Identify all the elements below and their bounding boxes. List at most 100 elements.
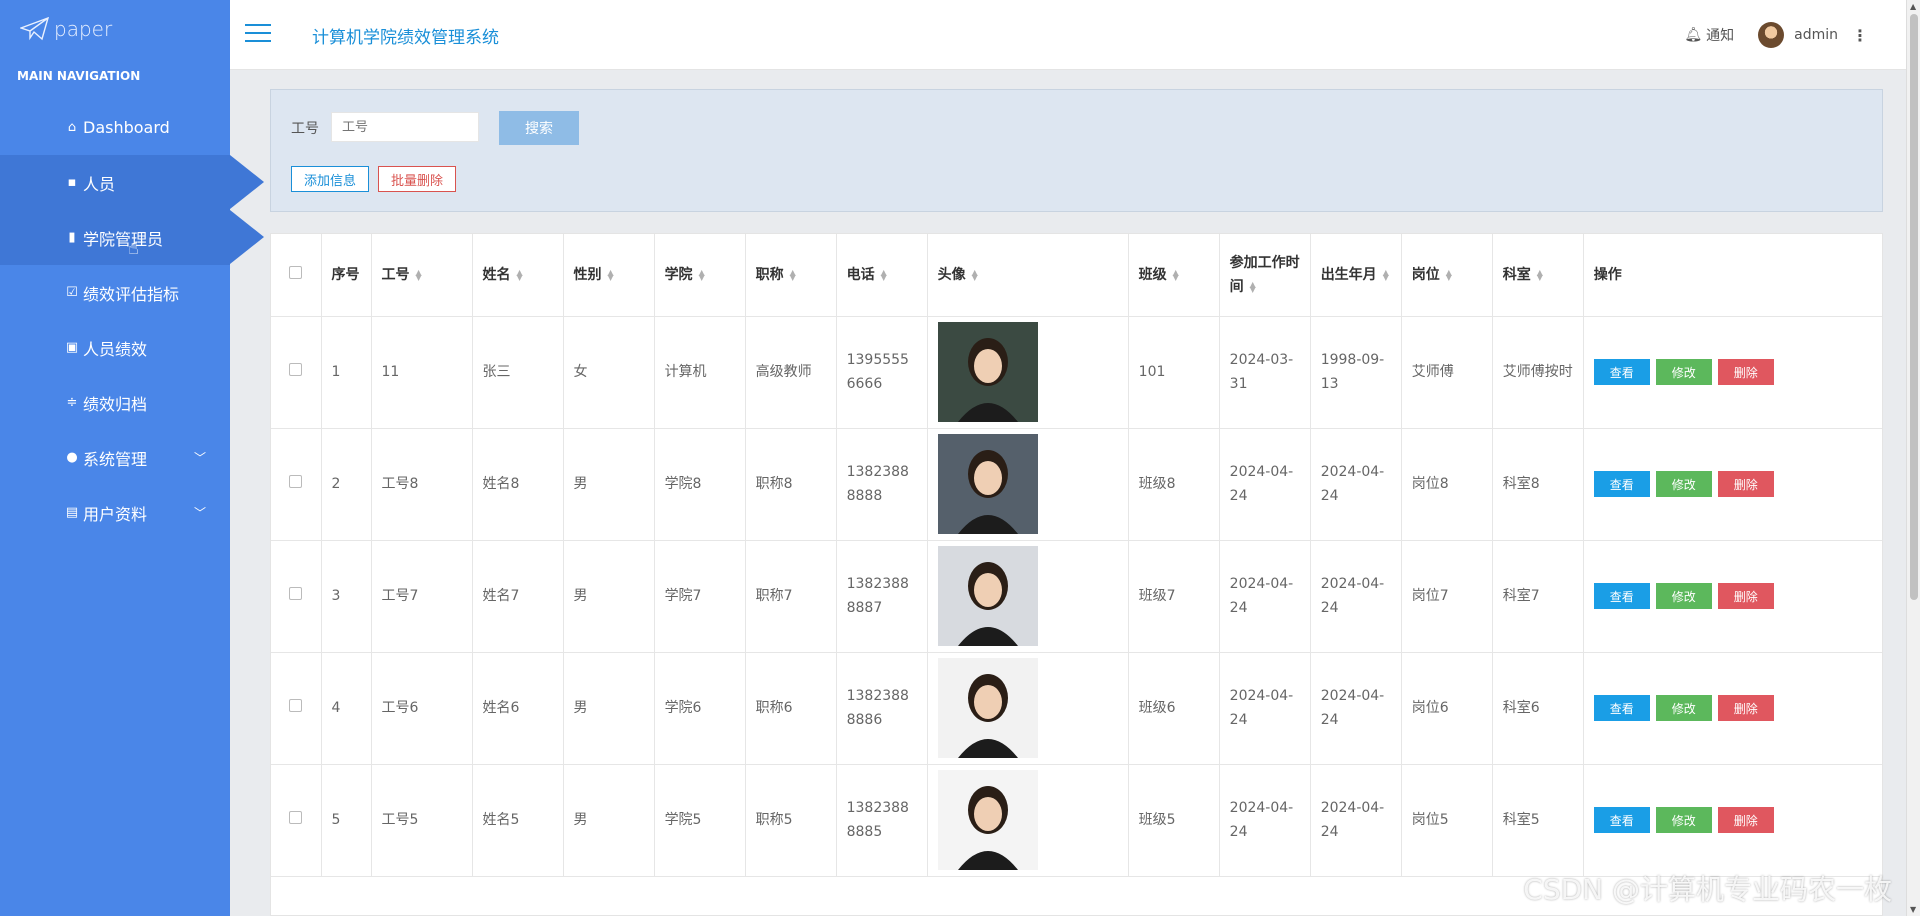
col-title[interactable]: 职称 ▲ ▼ [745,234,837,317]
sidebar-item-staff[interactable]: ▪ 人员 [0,155,264,210]
view-button[interactable]: 查看 [1593,695,1650,721]
table-row: 4 工号6 姓名6 男学院6 职称6 13823888886 班级6 2024-04-24 20… [271,652,1882,765]
logo[interactable]: paper [0,0,230,58]
notice-label: 通知 [1706,28,1735,44]
sidebar-item-performance[interactable]: ▣ 人员绩效 [0,320,230,375]
delete-button[interactable]: 删除 [1717,807,1774,833]
sort-icon[interactable]: ▲ ▼ [416,268,422,281]
cell-office: 科室6 [1492,652,1584,765]
row-checkbox[interactable] [271,540,322,653]
col-work-date[interactable]: 参加工作时间 ▲ ▼ [1219,234,1311,317]
cell-post: 岗位7 [1401,540,1493,653]
avatar-photo[interactable] [937,658,1038,758]
add-info-button[interactable]: 添加信息 [291,166,369,192]
top-header: 计算机学院绩效管理系统 🔔︎ 通知 admin ⋮ [230,0,1906,70]
col-no[interactable]: 工号 ▲ ▼ [371,234,473,317]
row-checkbox[interactable] [271,764,322,877]
notice-button[interactable]: 🔔︎ 通知 [1684,25,1734,45]
col-class[interactable]: 班级 ▲ ▼ [1128,234,1220,317]
sort-icon[interactable]: ▲ ▼ [881,268,887,281]
sidebar-item-dashboard[interactable]: ⌂ Dashboard [0,100,230,155]
delete-button[interactable]: 删除 [1717,583,1774,609]
cell-ops: 查看 修改 删除 [1583,652,1882,765]
edit-button[interactable]: 修改 [1655,583,1712,609]
sidebar-item-archive[interactable]: ≑ 绩效归档 [0,375,230,430]
view-button[interactable]: 查看 [1593,807,1650,833]
cell-work-date: 2024-04-24 [1219,540,1311,653]
select-all-checkbox[interactable] [271,234,322,317]
search-input[interactable] [331,112,479,142]
cell-phone: 13955556666 [836,316,928,429]
col-birth[interactable]: 出生年月 ▲ ▼ [1310,234,1402,317]
sort-icon[interactable]: ▲ ▼ [699,268,705,281]
col-phone[interactable]: 电话 ▲ ▼ [836,234,928,317]
delete-button[interactable]: 删除 [1717,695,1774,721]
cell-college: 计算机 [654,316,746,429]
sidebar-item-college-admin[interactable]: ▮ 学院管理员 [0,210,264,265]
cell-college: 学院8 [654,428,746,541]
edit-button[interactable]: 修改 [1655,695,1712,721]
cell-office: 科室8 [1492,428,1584,541]
sort-icon[interactable]: ▲ ▼ [608,268,614,281]
avatar-photo[interactable] [937,322,1038,422]
sort-icon[interactable]: ▲ ▼ [1537,268,1543,281]
edit-button[interactable]: 修改 [1655,807,1712,833]
delete-button[interactable]: 删除 [1717,471,1774,497]
sort-icon[interactable]: ▲ ▼ [790,268,796,281]
sort-icon[interactable]: ▲ ▼ [1250,280,1256,293]
user-name[interactable]: admin [1794,27,1838,43]
view-button[interactable]: 查看 [1593,583,1650,609]
avatar[interactable] [1758,22,1785,48]
scroll-up-icon[interactable]: ▲ [1910,2,1916,11]
scroll-thumb[interactable] [1910,14,1918,600]
more-vertical-icon[interactable]: ⋮ [1852,26,1868,45]
cell-seq: 1 [321,316,372,429]
col-gender[interactable]: 性别 ▲ ▼ [563,234,655,317]
sidebar-item-profile[interactable]: ▤ 用户资料 ﹀ [0,485,230,540]
calendar-icon: ▤ [65,505,79,520]
cell-ops: 查看 修改 删除 [1583,316,1882,429]
avatar-photo[interactable] [937,434,1038,534]
edit-button[interactable]: 修改 [1655,471,1712,497]
view-button[interactable]: 查看 [1593,359,1650,385]
col-seq: 序号 [321,234,372,317]
sort-icon[interactable]: ▲ ▼ [1173,268,1179,281]
avatar-photo[interactable] [937,546,1038,646]
row-checkbox[interactable] [271,428,322,541]
cell-gender: 女 [563,316,655,429]
batch-delete-button[interactable]: 批量删除 [378,166,456,192]
cell-work-date: 2024-03-31 [1219,316,1311,429]
scroll-down-icon[interactable]: ▼ [1910,905,1916,914]
search-button[interactable]: 搜索 [499,111,579,145]
cell-class: 101 [1128,316,1220,429]
delete-button[interactable]: 删除 [1717,359,1774,385]
watermark: CSDN @计算机专业码农一枚 [1523,873,1892,906]
col-avatar[interactable]: 头像 ▲ ▼ [927,234,1129,317]
sidebar-item-label: 人员绩效 [83,339,148,359]
card-icon: ▪ [67,175,77,190]
avatar-photo[interactable] [937,770,1038,870]
vertical-scrollbar[interactable]: ▲ ▼ [1906,0,1920,916]
menu-toggle-icon[interactable] [245,24,271,44]
avatar-cell [927,652,1129,765]
sort-icon[interactable]: ▲ ▼ [517,268,523,281]
cell-work-date: 2024-04-24 [1219,428,1311,541]
sort-icon[interactable]: ▲ ▼ [1383,268,1389,281]
row-checkbox[interactable] [271,652,322,765]
sort-icon[interactable]: ▲ ▼ [972,268,978,281]
col-name[interactable]: 姓名 ▲ ▼ [472,234,564,317]
cell-title: 职称7 [745,540,837,653]
hand-cursor-icon: ☝ [128,238,139,259]
cell-post: 艾师傅 [1401,316,1493,429]
page-title: 计算机学院绩效管理系统 [312,28,499,48]
cell-ops: 查看 修改 删除 [1583,764,1882,877]
row-checkbox[interactable] [271,316,322,429]
sidebar-item-metrics[interactable]: ☑ 绩效评估指标 [0,265,230,320]
sidebar-item-system[interactable]: ● 系统管理 ﹀ [0,430,230,485]
view-button[interactable]: 查看 [1593,471,1650,497]
col-college[interactable]: 学院 ▲ ▼ [654,234,746,317]
edit-button[interactable]: 修改 [1655,359,1712,385]
sort-icon[interactable]: ▲ ▼ [1446,268,1452,281]
col-office[interactable]: 科室 ▲ ▼ [1492,234,1584,317]
col-post[interactable]: 岗位 ▲ ▼ [1401,234,1493,317]
